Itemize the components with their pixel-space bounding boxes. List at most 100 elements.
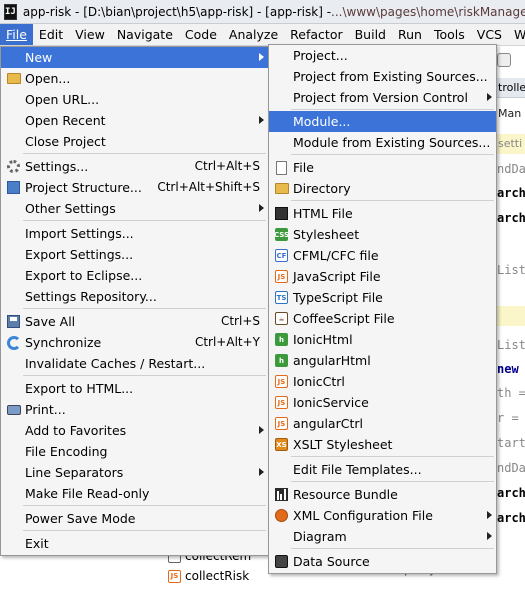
new-xslt-stylesheet[interactable]: XS XSLT Stylesheet xyxy=(269,434,496,455)
file-menu-open[interactable]: Open... xyxy=(1,68,268,89)
wrench-icon xyxy=(6,159,21,174)
save-icon xyxy=(6,314,21,329)
menu-tools[interactable]: Tools xyxy=(428,24,471,45)
submenu-arrow-icon xyxy=(259,53,264,61)
new-angularctrl[interactable]: JS angularCtrl xyxy=(269,413,496,434)
file-menu-export-settings[interactable]: Export Settings... xyxy=(1,244,268,265)
file-menu-other-settings[interactable]: Other Settings xyxy=(1,198,268,219)
code-line: ndDat xyxy=(497,162,525,176)
new-edit-file-templates[interactable]: Edit File Templates... xyxy=(269,459,496,480)
menu-build[interactable]: Build xyxy=(349,24,392,45)
menu-run[interactable]: Run xyxy=(392,24,428,45)
menu-edit[interactable]: Edit xyxy=(33,24,69,45)
new-ionicctrl[interactable]: JS IonicCtrl xyxy=(269,371,496,392)
new-directory[interactable]: Directory xyxy=(269,178,496,199)
submenu-arrow-icon xyxy=(487,532,492,540)
new-cfml-file[interactable]: CF CFML/CFC file xyxy=(269,245,496,266)
js-file-icon: JS xyxy=(168,569,181,583)
file-menu-export-html[interactable]: Export to HTML... xyxy=(1,378,268,399)
new-submenu: Project... Project from Existing Sources… xyxy=(268,44,497,574)
menu-separator xyxy=(23,153,266,154)
menu-separator xyxy=(291,548,494,549)
html-file-icon xyxy=(274,206,289,221)
file-menu-open-url[interactable]: Open URL... xyxy=(1,89,268,110)
new-html-file[interactable]: HTML File xyxy=(269,203,496,224)
code-line: ndDa xyxy=(497,461,525,475)
file-menu-add-favorites[interactable]: Add to Favorites xyxy=(1,420,268,441)
menu-vcs[interactable]: VCS xyxy=(471,24,508,45)
editor-highlight-line-2 xyxy=(495,306,525,326)
tree-item-collectrisk[interactable]: JS collectRisk xyxy=(168,566,249,586)
cf-file-icon: CF xyxy=(274,248,289,263)
menu-navigate[interactable]: Navigate xyxy=(111,24,179,45)
file-menu-open-recent[interactable]: Open Recent xyxy=(1,110,268,131)
submenu-arrow-icon xyxy=(259,116,264,124)
file-menu-invalidate-caches[interactable]: Invalidate Caches / Restart... xyxy=(1,353,268,374)
file-menu-power-save[interactable]: Power Save Mode xyxy=(1,508,268,529)
file-menu-save-all[interactable]: Save All Ctrl+S xyxy=(1,311,268,332)
new-xml-configuration-file[interactable]: XML Configuration File xyxy=(269,505,496,526)
new-diagram[interactable]: Diagram xyxy=(269,526,496,547)
new-ionicservice[interactable]: JS IonicService xyxy=(269,392,496,413)
file-menu-settings-repository[interactable]: Settings Repository... xyxy=(1,286,268,307)
new-stylesheet[interactable]: CSS Stylesheet xyxy=(269,224,496,245)
folder-icon xyxy=(274,181,289,196)
file-menu-project-structure[interactable]: Project Structure... Ctrl+Alt+Shift+S xyxy=(1,177,268,198)
intellij-logo-icon: IJ xyxy=(4,3,17,20)
file-menu-file-encoding[interactable]: File Encoding xyxy=(1,441,268,462)
ts-file-icon: TS xyxy=(274,290,289,305)
new-module-existing-sources[interactable]: Module from Existing Sources... xyxy=(269,132,496,153)
menu-separator xyxy=(23,375,266,376)
code-line: archC xyxy=(497,511,525,525)
file-menu-make-readonly[interactable]: Make File Read-only xyxy=(1,483,268,504)
sync-icon xyxy=(6,335,21,350)
code-line: r = xyxy=(497,411,519,425)
new-project[interactable]: Project... xyxy=(269,45,496,66)
file-menu-import-settings[interactable]: Import Settings... xyxy=(1,223,268,244)
menu-window[interactable]: Wind xyxy=(508,24,525,45)
menu-analyze[interactable]: Analyze xyxy=(223,24,284,45)
new-javascript-file[interactable]: JS JavaScript File xyxy=(269,266,496,287)
menu-refactor[interactable]: Refactor xyxy=(284,24,348,45)
menu-file[interactable]: File xyxy=(0,24,33,45)
file-menu-new[interactable]: New xyxy=(1,47,268,68)
menu-separator xyxy=(291,109,494,110)
resource-bundle-icon xyxy=(274,487,289,502)
submenu-arrow-icon xyxy=(259,204,264,212)
code-line: new xyxy=(497,362,519,376)
file-menu-exit[interactable]: Exit xyxy=(1,533,268,554)
file-menu-export-eclipse[interactable]: Export to Eclipse... xyxy=(1,265,268,286)
editor-tab-controller[interactable]: trolle xyxy=(495,78,525,98)
html-template-icon: h xyxy=(274,353,289,368)
new-data-source[interactable]: Data Source xyxy=(269,551,496,572)
new-project-version-control[interactable]: Project from Version Control xyxy=(269,87,496,108)
code-line: archC xyxy=(497,211,525,225)
new-project-existing-sources[interactable]: Project from Existing Sources... xyxy=(269,66,496,87)
new-file[interactable]: File xyxy=(269,157,496,178)
xslt-file-icon: XS xyxy=(274,437,289,452)
menu-separator xyxy=(23,308,266,309)
menu-separator xyxy=(23,530,266,531)
menu-code[interactable]: Code xyxy=(179,24,223,45)
editor-toolbar-button[interactable] xyxy=(497,53,511,67)
editor-tab-manage[interactable]: Man xyxy=(495,104,525,124)
menu-separator xyxy=(291,200,494,201)
editor-tab-settings[interactable]: setti xyxy=(495,134,525,154)
file-menu-synchronize[interactable]: Synchronize Ctrl+Alt+Y xyxy=(1,332,268,353)
title-bar: IJ app-risk - [D:\bian\project\h5\app-ri… xyxy=(0,0,525,24)
menu-separator xyxy=(23,505,266,506)
file-menu-print[interactable]: Print... xyxy=(1,399,268,420)
menu-view[interactable]: View xyxy=(69,24,111,45)
new-coffeescript-file[interactable]: ☕ CoffeeScript File xyxy=(269,308,496,329)
submenu-arrow-icon xyxy=(487,511,492,519)
new-module[interactable]: Module... xyxy=(269,111,496,132)
file-menu-settings[interactable]: Settings... Ctrl+Alt+S xyxy=(1,156,268,177)
code-line: List xyxy=(497,338,525,352)
new-resource-bundle[interactable]: Resource Bundle xyxy=(269,484,496,505)
new-typescript-file[interactable]: TS TypeScript File xyxy=(269,287,496,308)
new-ionichtml[interactable]: h IonicHtml xyxy=(269,329,496,350)
file-menu-line-separators[interactable]: Line Separators xyxy=(1,462,268,483)
js-file-icon: JS xyxy=(274,374,289,389)
new-angularhtml[interactable]: h angularHtml xyxy=(269,350,496,371)
file-menu-close-project[interactable]: Close Project xyxy=(1,131,268,152)
